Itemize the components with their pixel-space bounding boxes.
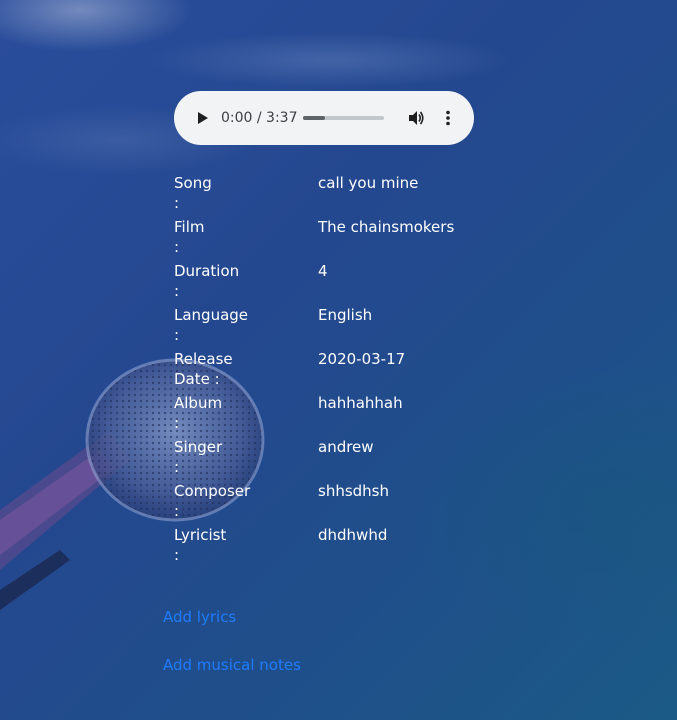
detail-label: Song : [174,174,212,212]
microphone-image [0,358,265,610]
detail-label: Album : [174,394,223,432]
add-lyrics-link[interactable]: Add lyrics [163,607,236,627]
detail-value: call you mine [318,174,419,192]
add-musical-notes-link[interactable]: Add musical notes [163,655,301,675]
seek-slider[interactable] [303,116,384,120]
detail-value: shhsdhsh [318,482,389,500]
detail-value: dhdhwhd [318,526,388,544]
play-icon[interactable] [192,108,212,128]
detail-label: Language : [174,306,249,344]
detail-label: Singer : [174,438,223,476]
seek-progress [303,116,325,120]
time-display: 0:00 / 3:37 [221,110,298,126]
detail-value: 4 [318,262,328,280]
detail-label: Duration : [174,262,240,300]
detail-value: The chainsmokers [318,218,455,236]
detail-label: Lyricist : [174,526,227,564]
more-vert-icon[interactable] [438,108,458,128]
detail-value: English [318,306,373,324]
detail-label: Film : [174,218,205,256]
detail-label: Composer : [174,482,251,520]
detail-value: 2020-03-17 [318,350,406,368]
detail-value: andrew [318,438,374,456]
detail-label: Release Date : [174,350,233,388]
detail-value: hahhahhah [318,394,403,412]
audio-player[interactable]: 0:00 / 3:37 [174,91,474,145]
volume-icon[interactable] [406,108,426,128]
